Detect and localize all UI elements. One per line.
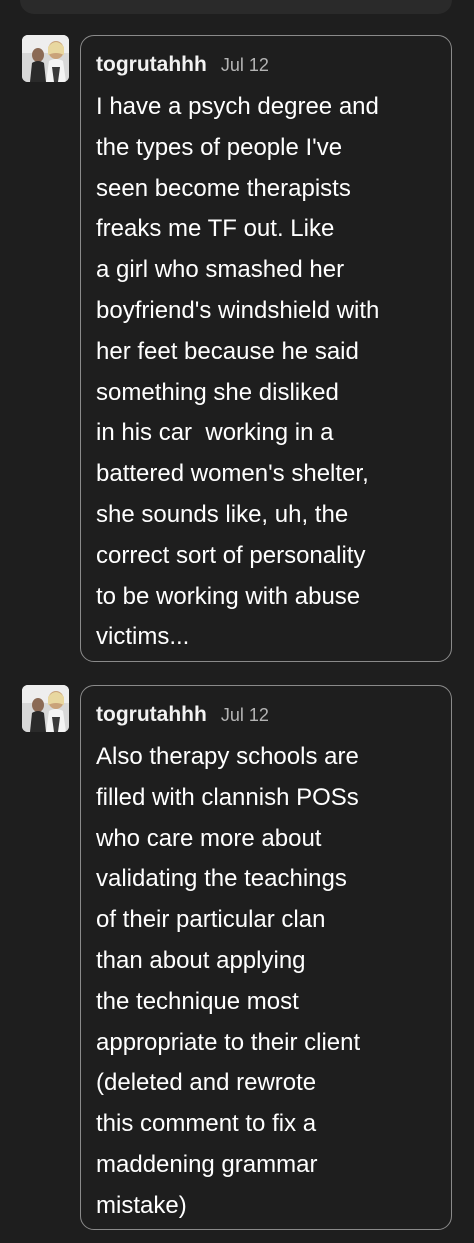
comment-text-line: to be working with abuse: [96, 582, 361, 610]
comment-text-line: validating the teachings: [96, 865, 347, 893]
comment-text-line: filled with clannish POSs: [96, 783, 359, 811]
comment-text-line: boyfriend's windshield with: [96, 296, 380, 324]
comment-username[interactable]: togrutahhh: [96, 703, 207, 727]
comment-text-line: Also therapy schools are: [96, 743, 359, 770]
previous-comment-card: [20, 0, 452, 14]
comment-text-line: battered women's shelter,: [96, 460, 369, 488]
comment-text-line: freaks me TF out. Like: [96, 215, 335, 243]
avatar-image: [22, 35, 69, 82]
comment-meta: togrutahhh Jul 12: [96, 53, 437, 81]
comment-text-line: appropriate to their client: [96, 1028, 361, 1056]
comment-text-line: this comment to fix a: [96, 1110, 317, 1138]
comment-text-line: maddening grammar: [96, 1150, 318, 1178]
comment-text-line: correct sort of personality: [96, 541, 366, 569]
comment-date: Jul 12: [220, 55, 269, 75]
comment-text-line: a girl who smashed her: [96, 256, 345, 284]
comment-text-line: than about applying: [96, 946, 306, 974]
comment-text-line: something she disliked: [96, 378, 339, 406]
comment-date: Jul 12: [220, 705, 269, 725]
comment-text-line: victims...: [96, 623, 190, 651]
comment-text-line: (deleted and rewrote: [96, 1069, 317, 1097]
comment-text-line: who care more about: [96, 824, 322, 852]
comment-username[interactable]: togrutahhh: [96, 53, 207, 77]
comment-meta: togrutahhh Jul 12: [96, 703, 437, 731]
comment-text: Also therapy schools are filled with cla…: [96, 737, 437, 1227]
comment-text-line: of their particular clan: [96, 906, 326, 934]
comment-text-line: her feet because he said: [96, 337, 359, 365]
avatar-image: [22, 685, 69, 732]
comment-text: I have a psych degree and the types of p…: [96, 87, 437, 658]
avatar[interactable]: [22, 35, 69, 82]
comment-bubble: togrutahhh Jul 12 I have a psych degree …: [80, 35, 452, 662]
comment-bubble: togrutahhh Jul 12 Also therapy schools a…: [80, 685, 452, 1230]
comment-text-line: she sounds like, uh, the: [96, 500, 349, 528]
comment-text-line: in his car working in a: [96, 419, 334, 447]
avatar[interactable]: [22, 685, 69, 732]
comment-text-line: mistake): [96, 1191, 187, 1219]
comment-text-line: I have a psych degree and: [96, 93, 379, 120]
comment-text-line: the technique most: [96, 987, 299, 1015]
comment-text-line: seen become therapists: [96, 174, 351, 202]
comment-text-line: the types of people I've: [96, 133, 343, 161]
